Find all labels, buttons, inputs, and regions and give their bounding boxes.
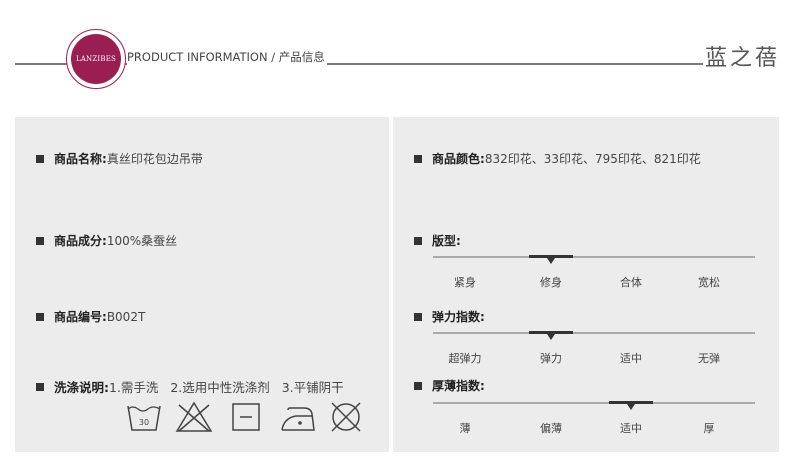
bullet-icon xyxy=(414,381,422,390)
no-dry-clean-icon xyxy=(331,402,361,432)
scale-option: 无弹 xyxy=(698,352,720,365)
logo-text: LANZIBES xyxy=(71,34,121,84)
bullet-icon xyxy=(36,154,44,163)
scale-bar xyxy=(433,402,755,404)
product-color-label: 商品颜色: xyxy=(432,152,485,166)
scale-marker-icon xyxy=(545,331,557,340)
product-material-row: 商品成分: 100%桑蚕丝 xyxy=(36,232,177,249)
scale-marker-icon xyxy=(545,255,557,264)
scale-option: 超弹力 xyxy=(448,352,482,365)
hand-wash-30-icon: 30 xyxy=(127,405,161,431)
bullet-icon xyxy=(414,312,422,321)
fit-row: 版型: xyxy=(414,232,461,249)
no-bleach-icon xyxy=(175,401,213,432)
product-name-row: 商品名称: 真丝印花包边吊带 xyxy=(36,150,203,167)
brand-name: 蓝之蓓 xyxy=(703,40,783,72)
bullet-icon xyxy=(414,236,422,245)
page-title: PRODUCT INFORMATION / 产品信息 xyxy=(127,49,327,65)
scale-option: 合体 xyxy=(620,276,642,289)
scale-option: 偏薄 xyxy=(540,422,562,435)
product-code-row: 商品编号: B002T xyxy=(36,308,145,325)
elastic-row: 弹力指数: xyxy=(414,308,485,325)
bullet-icon xyxy=(36,236,44,245)
elastic-label: 弹力指数: xyxy=(432,310,485,324)
scale-option: 紧身 xyxy=(454,276,476,289)
product-material-label: 商品成分: xyxy=(54,234,107,248)
wash-instructions-value: 1.需手洗 2.选用中性洗涤剂 3.平铺阴干 xyxy=(109,380,344,395)
scale-option: 厚 xyxy=(703,422,715,435)
scale-bar xyxy=(433,332,755,334)
bullet-icon xyxy=(36,312,44,321)
wash-temperature: 30 xyxy=(139,418,149,427)
product-name-label: 商品名称: xyxy=(54,152,107,166)
scale-option: 宽松 xyxy=(698,276,720,289)
bullet-icon xyxy=(36,382,44,391)
scale-option: 适中 xyxy=(620,352,642,365)
fit-label: 版型: xyxy=(432,234,461,248)
brand-logo: LANZIBES xyxy=(66,29,126,89)
iron-low-icon xyxy=(281,407,315,431)
scale-option: 薄 xyxy=(459,422,471,435)
scale-bar xyxy=(433,256,755,258)
wash-instructions-row: 洗涤说明: 1.需手洗 2.选用中性洗涤剂 3.平铺阴干 xyxy=(36,377,344,396)
scale-option: 适中 xyxy=(620,422,642,435)
thickness-label: 厚薄指数: xyxy=(432,379,485,393)
product-color-row: 商品颜色: 832印花、33印花、795印花、821印花 xyxy=(414,150,701,167)
wash-instructions-label: 洗涤说明: xyxy=(54,380,109,395)
scale-marker-icon xyxy=(625,401,637,410)
product-code-value: B002T xyxy=(106,309,146,324)
product-color-value: 832印花、33印花、795印花、821印花 xyxy=(484,152,701,166)
product-name-value: 真丝印花包边吊带 xyxy=(106,152,203,166)
scale-option: 弹力 xyxy=(540,352,562,365)
product-code-label: 商品编号: xyxy=(54,310,107,324)
flat-dry-icon xyxy=(232,403,260,431)
thickness-row: 厚薄指数: xyxy=(414,377,485,394)
bullet-icon xyxy=(414,154,422,163)
product-material-value: 100%桑蚕丝 xyxy=(106,234,178,248)
scale-option: 修身 xyxy=(540,276,562,289)
